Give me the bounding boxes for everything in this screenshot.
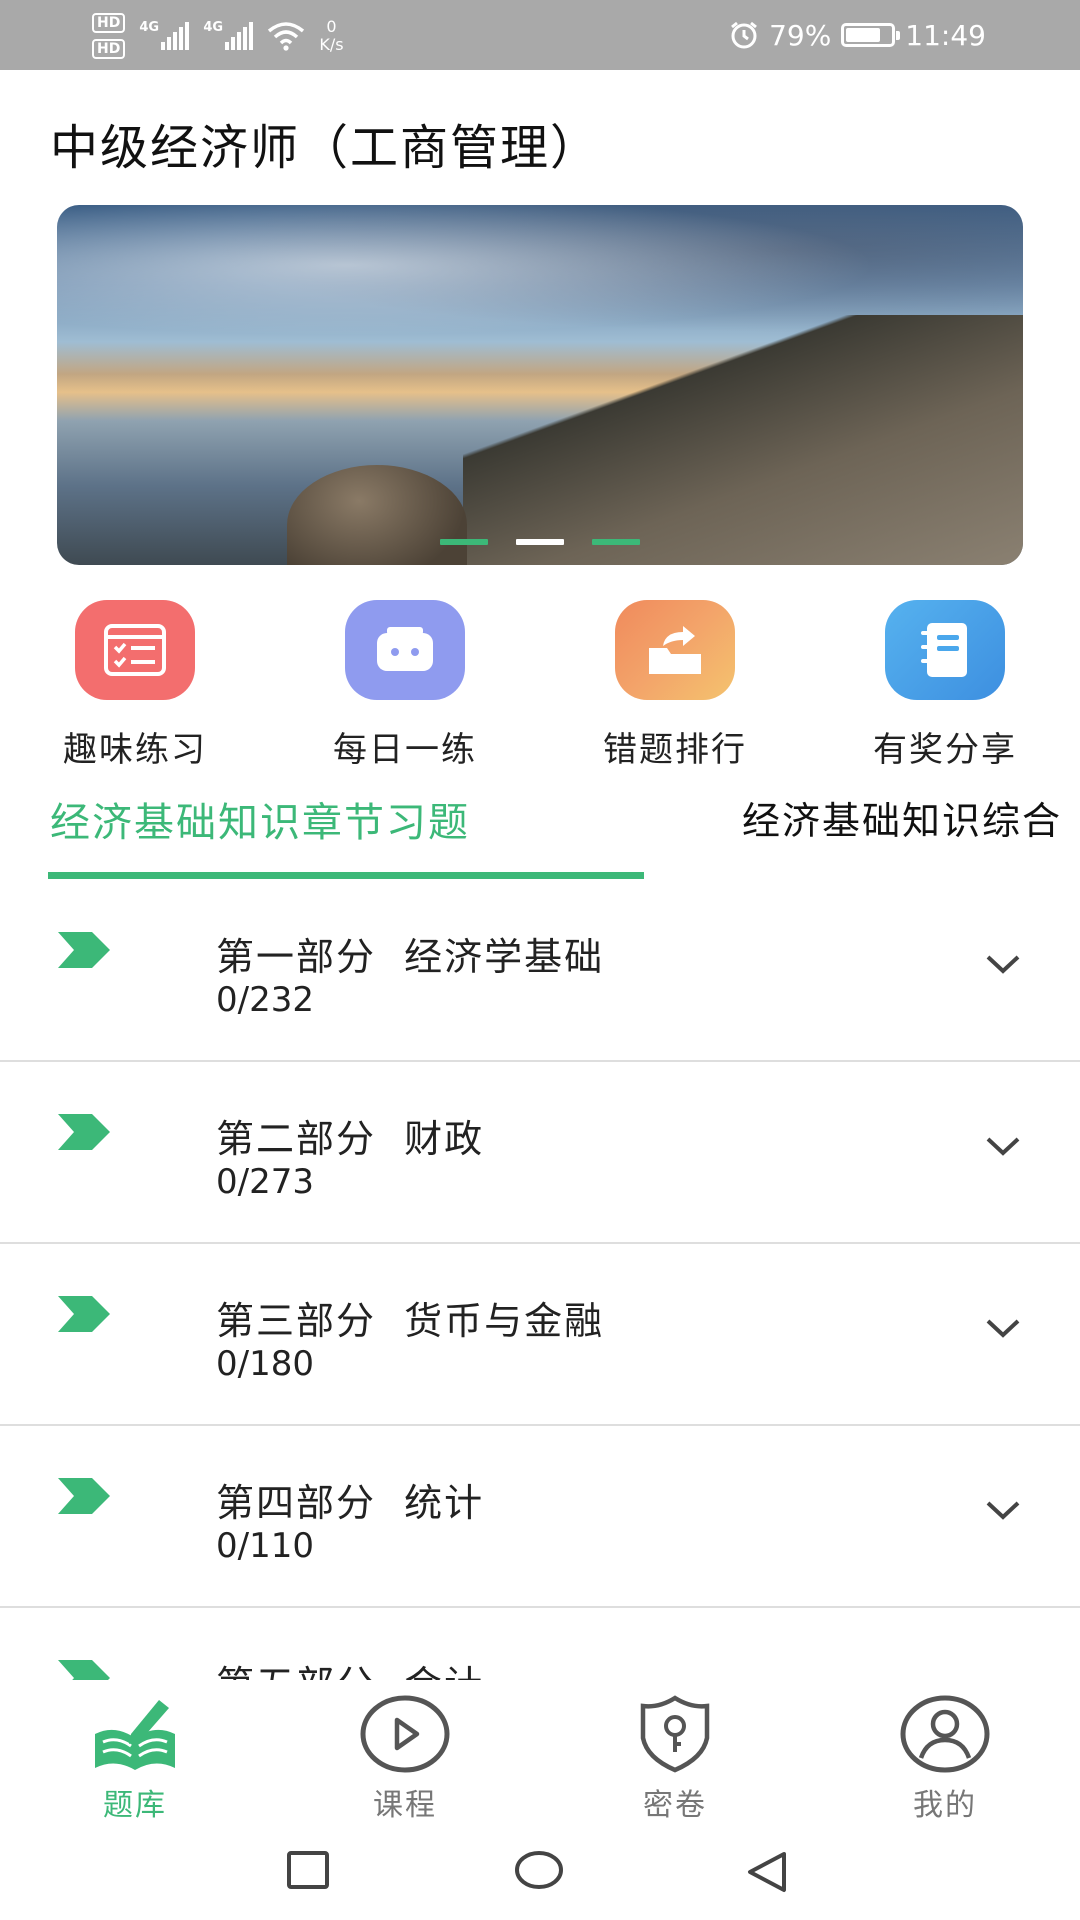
signal-icon: 4G (139, 20, 190, 50)
nav-label: 密卷 (643, 1788, 707, 1823)
chevron-down-icon[interactable] (984, 1498, 1022, 1522)
shortcut-label: 趣味练习 (63, 730, 207, 770)
carousel-dot[interactable] (516, 539, 564, 545)
list-item[interactable]: 第三部分 货币与金融 0/180 (0, 1244, 1080, 1426)
shortcut-label: 错题排行 (603, 730, 747, 770)
carousel-indicator (57, 539, 1023, 545)
play-circle-icon (359, 1694, 451, 1774)
chapter-title: 第三部分 货币与金融 (216, 1299, 605, 1343)
bottom-nav: 题库 课程 密卷 我的 (0, 1680, 1080, 1823)
chevron-down-icon[interactable] (984, 952, 1022, 976)
carousel-dot[interactable] (440, 539, 488, 545)
nav-label: 我的 (913, 1788, 977, 1823)
tab-chapter-exercises[interactable]: 经济基础知识章节习题 (50, 790, 470, 848)
alarm-icon (731, 21, 757, 49)
nav-label: 课程 (373, 1788, 437, 1823)
hd-icon: HD (92, 39, 126, 59)
chapter-progress: 0/180 (216, 1344, 314, 1384)
app-screen: HD HD 4G 4G 0 K/s 79% 11:49 中级经济师（工商管理） … (0, 0, 1080, 1920)
chapter-list: 第一部分 经济学基础 0/232 第二部分 财政 0/273 第三部分 货币与金… (0, 880, 1080, 1680)
quiz-list-icon (75, 600, 195, 700)
nav-label: 题库 (103, 1788, 167, 1823)
shortcut-grid: 趣味练习 每日一练 错题排行 有奖分享 (0, 600, 1080, 771)
banner-shore (463, 315, 1023, 565)
system-nav-bar (0, 1822, 1080, 1920)
network-speed-unit: K/s (319, 35, 344, 54)
chapter-progress: 0/110 (216, 1526, 314, 1566)
chevron-marker-icon (58, 1478, 110, 1514)
shortcut-daily-practice[interactable]: 每日一练 (270, 600, 540, 771)
carousel-dot[interactable] (592, 539, 640, 545)
robot-box-icon (345, 600, 465, 700)
active-tab-indicator (48, 872, 644, 879)
signal-icon: 4G (203, 20, 254, 50)
category-tabs: 经济基础知识章节习题 经济基础知识综合 (0, 790, 1080, 880)
chevron-marker-icon (58, 1114, 110, 1150)
chevron-marker-icon (58, 1660, 110, 1680)
list-item[interactable]: 第五部分 会计 (0, 1608, 1080, 1680)
clock: 11:49 (905, 18, 986, 52)
chapter-title: 第一部分 经济学基础 (216, 935, 605, 979)
chapter-title: 第二部分 财政 (216, 1117, 485, 1161)
chapter-progress: 0/232 (216, 980, 314, 1020)
wifi-icon (268, 22, 305, 51)
chapter-title: 第五部分 会计 (216, 1654, 484, 1680)
book-pen-icon (89, 1694, 181, 1774)
battery-icon (841, 23, 901, 47)
shortcut-label: 每日一练 (333, 730, 477, 770)
nav-courses[interactable]: 课程 (270, 1680, 540, 1823)
shortcut-label: 有奖分享 (873, 730, 1017, 770)
status-left: HD HD 4G 4G 0 K/s (92, 8, 344, 64)
chapter-title: 第四部分 统计 (216, 1481, 485, 1525)
nav-question-bank[interactable]: 题库 (0, 1680, 270, 1823)
banner-carousel[interactable] (57, 205, 1023, 565)
battery-fill (846, 28, 881, 42)
status-right: 79% 11:49 (729, 12, 986, 58)
user-circle-icon (899, 1694, 991, 1774)
battery-percent: 79% (769, 18, 832, 52)
nav-profile[interactable]: 我的 (810, 1680, 1080, 1823)
recent-apps-button[interactable] (286, 1850, 330, 1890)
chevron-marker-icon (58, 1296, 110, 1332)
shortcut-wrong-ranking[interactable]: 错题排行 (540, 600, 810, 771)
shortcut-reward-share[interactable]: 有奖分享 (810, 600, 1080, 771)
shortcut-fun-practice[interactable]: 趣味练习 (0, 600, 270, 771)
banner-rock (287, 465, 467, 565)
hd-icon: HD (92, 13, 126, 33)
back-button[interactable] (744, 1850, 788, 1894)
list-item[interactable]: 第二部分 财政 0/273 (0, 1062, 1080, 1244)
chevron-marker-icon (58, 932, 110, 968)
network-speed-value: 0 (326, 17, 337, 36)
nav-secret-papers[interactable]: 密卷 (540, 1680, 810, 1823)
tab-comprehensive[interactable]: 经济基础知识综合 (742, 790, 1062, 845)
list-item[interactable]: 第一部分 经济学基础 0/232 (0, 880, 1080, 1062)
status-bar: HD HD 4G 4G 0 K/s 79% 11:49 (0, 0, 1080, 70)
list-item[interactable]: 第四部分 统计 0/110 (0, 1426, 1080, 1608)
network-speed: 0 K/s (319, 18, 343, 54)
notebook-icon (885, 600, 1005, 700)
chevron-down-icon[interactable] (984, 1316, 1022, 1340)
folder-share-icon (615, 600, 735, 700)
page-title: 中级经济师（工商管理） (50, 120, 601, 176)
hd-indicators: HD HD (92, 13, 126, 59)
chapter-progress: 0/273 (216, 1162, 314, 1202)
home-button[interactable] (514, 1850, 564, 1890)
shield-key-icon (629, 1694, 721, 1774)
chevron-down-icon[interactable] (984, 1134, 1022, 1158)
